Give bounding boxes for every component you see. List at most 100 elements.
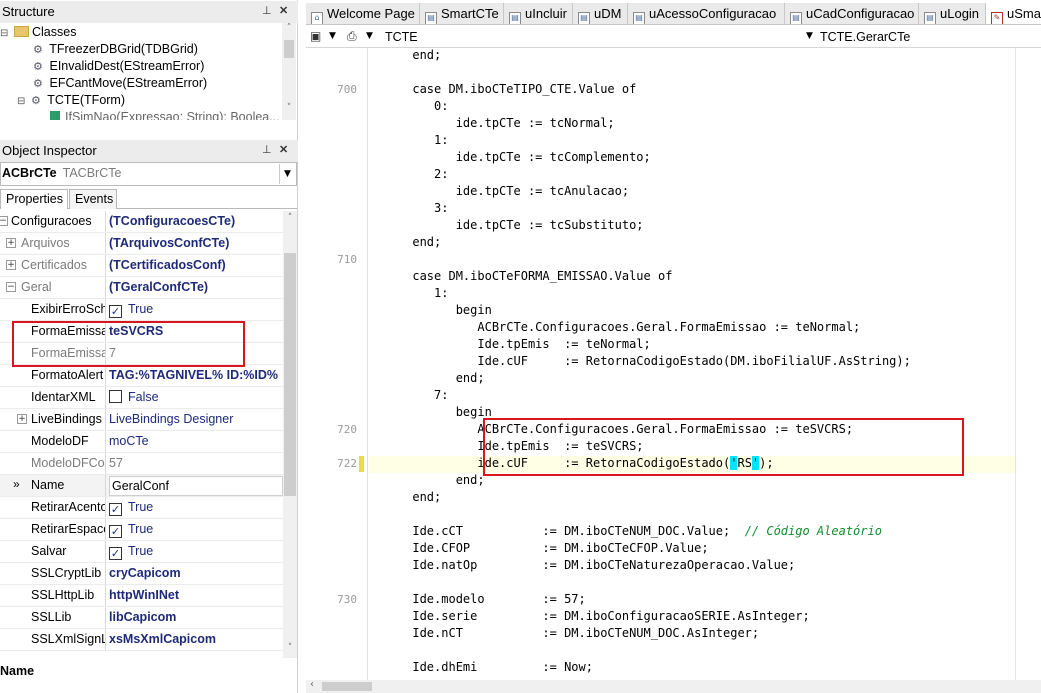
- close-icon[interactable]: ✕: [279, 143, 288, 156]
- code-line[interactable]: end;: [369, 235, 1015, 252]
- code-line[interactable]: Ide.cCT := DM.iboCTeNUM_DOC.Value; // Có…: [369, 524, 1015, 541]
- tab-udm[interactable]: ▤ uDM: [573, 3, 628, 24]
- code-line[interactable]: [369, 575, 1015, 592]
- code-line[interactable]: 7:: [369, 388, 1015, 405]
- collapse-icon[interactable]: −: [0, 216, 8, 226]
- property-row[interactable]: + Arquivos (TArquivosConfCTe): [0, 233, 283, 255]
- code-line[interactable]: Ide.cUF := RetornaCodigoEstado(DM.iboFil…: [369, 354, 1015, 371]
- chevron-down-icon[interactable]: ▼: [329, 31, 336, 41]
- property-value[interactable]: 57: [109, 453, 283, 474]
- property-value-editor[interactable]: GeralConf: [109, 476, 283, 496]
- property-row[interactable]: + Certificados (TCertificadosConf): [0, 255, 283, 277]
- code-editor[interactable]: end; case DM.iboCTeTIPO_CTE.Value of 0: …: [369, 48, 1015, 680]
- tab-smartcte[interactable]: ▤ SmartCTe: [420, 3, 504, 24]
- code-line[interactable]: Ide.tpEmis := teNormal;: [369, 337, 1015, 354]
- tree-item[interactable]: ⚙ TFreezerDBGrid(TDBGrid): [33, 42, 198, 59]
- code-line[interactable]: begin: [369, 303, 1015, 320]
- property-row[interactable]: SSLHttpLib httpWinINet: [0, 585, 283, 607]
- code-line[interactable]: end;: [369, 48, 1015, 65]
- property-value[interactable]: False: [109, 387, 283, 408]
- checkbox-checked-icon[interactable]: ✓: [109, 547, 122, 560]
- property-row[interactable]: RetirarEspaco ✓ True: [0, 519, 283, 541]
- chevron-down-icon[interactable]: ▼: [279, 164, 295, 184]
- scroll-thumb[interactable]: [284, 253, 296, 496]
- property-value[interactable]: (TGeralConfCTe): [109, 277, 283, 298]
- property-value[interactable]: (TCertificadosConf): [109, 255, 283, 276]
- property-row[interactable]: RetirarAcento ✓ True: [0, 497, 283, 519]
- property-row[interactable]: SSLLib libCapicom: [0, 607, 283, 629]
- code-line[interactable]: Ide.dhEmi := Now;: [369, 660, 1015, 677]
- expand-icon[interactable]: +: [17, 414, 27, 424]
- code-line[interactable]: Ide.modelo := 57;: [369, 592, 1015, 609]
- property-row[interactable]: − Geral (TGeralConfCTe): [0, 277, 283, 299]
- property-value[interactable]: LiveBindings Designer: [109, 409, 283, 430]
- code-line[interactable]: Ide.natOp := DM.iboCTeNaturezaOperacao.V…: [369, 558, 1015, 575]
- code-line[interactable]: 2:: [369, 167, 1015, 184]
- code-line[interactable]: 3:: [369, 201, 1015, 218]
- scroll-down-icon[interactable]: ˅: [282, 103, 296, 113]
- code-line[interactable]: Ide.CFOP := DM.iboCTeCFOP.Value;: [369, 541, 1015, 558]
- tree-item[interactable]: IfSimNao(Expressao: String): Boolea...: [50, 110, 280, 120]
- code-line[interactable]: [369, 507, 1015, 524]
- scroll-thumb[interactable]: [284, 40, 294, 58]
- tree-item-classes[interactable]: ⊟ Classes: [0, 25, 76, 42]
- tab-properties[interactable]: Properties: [0, 189, 68, 209]
- property-row[interactable]: SSLXmlSignLi xsMsXmlCapicom: [0, 629, 283, 651]
- property-value[interactable]: moCTe: [109, 431, 283, 452]
- property-row-selected[interactable]: » Name GeralConf: [0, 475, 283, 497]
- property-grid-scrollbar[interactable]: ˄ ˅: [283, 211, 297, 658]
- code-line[interactable]: 0:: [369, 99, 1015, 116]
- tab-usmartcte-active[interactable]: ✎ uSma: [986, 3, 1041, 24]
- tab-ucadconfiguracao[interactable]: ▤ uCadConfiguracao: [785, 3, 919, 24]
- unit-combo[interactable]: TCTE: [385, 30, 418, 44]
- code-line[interactable]: ide.tpCTe := tcNormal;: [369, 116, 1015, 133]
- pin-icon[interactable]: ⊥: [262, 4, 272, 17]
- pin-icon[interactable]: ⊥: [262, 143, 272, 156]
- collapse-icon[interactable]: ⊟: [17, 96, 31, 107]
- code-line[interactable]: 1:: [369, 133, 1015, 150]
- code-line[interactable]: 1:: [369, 286, 1015, 303]
- code-line[interactable]: [369, 252, 1015, 269]
- property-value[interactable]: ✓ True: [109, 497, 283, 518]
- tab-ulogin[interactable]: ▤ uLogin: [919, 3, 986, 24]
- collapse-icon[interactable]: ⊟: [0, 28, 14, 39]
- checkbox-checked-icon[interactable]: ✓: [109, 305, 122, 318]
- property-row[interactable]: IdentarXML False: [0, 387, 283, 409]
- code-line[interactable]: ide.tpCTe := tcSubstituto;: [369, 218, 1015, 235]
- tab-events[interactable]: Events: [69, 189, 117, 209]
- editor-vertical-scrollbar[interactable]: [1015, 48, 1041, 680]
- code-line[interactable]: end;: [369, 490, 1015, 507]
- property-value[interactable]: ✓ True: [109, 519, 283, 540]
- scroll-left-icon[interactable]: ‹: [310, 679, 314, 690]
- checkbox-checked-icon[interactable]: ✓: [109, 525, 122, 538]
- property-value[interactable]: httpWinINet: [109, 585, 283, 606]
- property-row[interactable]: Salvar ✓ True: [0, 541, 283, 563]
- chevron-down-icon[interactable]: ▼: [366, 31, 373, 41]
- print-icon[interactable]: ⎙: [347, 29, 357, 44]
- close-icon[interactable]: ✕: [279, 4, 288, 17]
- property-value[interactable]: (TConfiguracoesCTe): [109, 211, 283, 232]
- tree-item-tcte[interactable]: ⊟ ⚙ TCTE(TForm): [17, 93, 125, 110]
- code-line[interactable]: ide.tpCTe := tcComplemento;: [369, 150, 1015, 167]
- editor-horizontal-scrollbar[interactable]: ‹: [306, 679, 1041, 693]
- code-line[interactable]: [369, 65, 1015, 82]
- code-line[interactable]: ide.tpCTe := tcAnulacao;: [369, 184, 1015, 201]
- scroll-up-icon[interactable]: ˄: [282, 23, 296, 33]
- checkbox-unchecked-icon[interactable]: [109, 390, 122, 403]
- property-row[interactable]: ExibirErroSch ✓ True: [0, 299, 283, 321]
- toolbox-icon[interactable]: ▣: [310, 29, 321, 43]
- code-line[interactable]: case DM.iboCTeTIPO_CTE.Value of: [369, 82, 1015, 99]
- scroll-down-icon[interactable]: ˅: [283, 643, 297, 653]
- property-row[interactable]: + LiveBindings LiveBindings Designer: [0, 409, 283, 431]
- property-value[interactable]: ✓ True: [109, 299, 283, 320]
- method-combo[interactable]: TCTE.GerarCTe: [820, 30, 910, 44]
- property-value[interactable]: (TArquivosConfCTe): [109, 233, 283, 254]
- scroll-up-icon[interactable]: ˄: [283, 213, 297, 223]
- tab-welcome-page[interactable]: ⌂ Welcome Page: [306, 3, 420, 24]
- tree-item[interactable]: ⚙ EInvalidDest(EStreamError): [33, 59, 204, 76]
- property-value[interactable]: xsMsXmlCapicom: [109, 629, 283, 650]
- tree-item[interactable]: ⚙ EFCantMove(EStreamError): [33, 76, 207, 93]
- property-value[interactable]: TAG:%TAGNIVEL% ID:%ID%: [109, 365, 283, 386]
- property-row[interactable]: −Configuracoes (TConfiguracoesCTe): [0, 211, 283, 233]
- property-row[interactable]: ModeloDF moCTe: [0, 431, 283, 453]
